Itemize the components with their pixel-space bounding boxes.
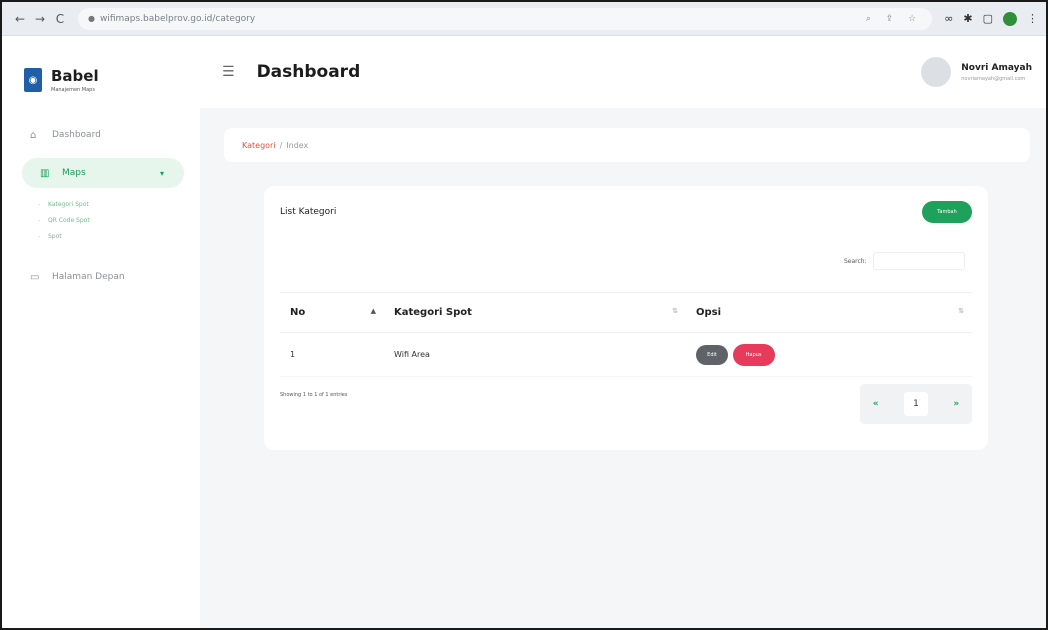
prev-page-button[interactable]: « [873, 399, 879, 409]
submenu-item-label: Spot [48, 232, 62, 240]
home-icon: ⌂ [30, 129, 37, 141]
search-input[interactable] [872, 252, 965, 270]
menu-toggle-icon[interactable]: ☰ [222, 64, 235, 80]
user-name: Novri Amayah [961, 62, 1032, 73]
more-icon[interactable]: ⋮ [1027, 12, 1038, 25]
extension-icon[interactable]: ∞ [944, 12, 953, 25]
breadcrumb-current: Index [286, 140, 309, 150]
sort-icon: ⇅ [672, 307, 678, 315]
sidebar-menu: ⌂ Dashboard ▥ Maps ▾ - Kategori Spot - Q… [2, 106, 200, 292]
page-title: Dashboard [256, 62, 361, 82]
card-title: List Kategori [280, 207, 337, 217]
map-icon: ▥ [40, 167, 50, 179]
page-1-button[interactable]: 1 [903, 392, 928, 416]
breadcrumb-separator: / [279, 140, 283, 150]
cell-opsi: Edit Hapus [686, 332, 972, 377]
breadcrumb-link-kategori[interactable]: Kategori [242, 141, 276, 150]
submenu-item-qr-code-spot[interactable]: - QR Code Spot [38, 212, 200, 228]
search-area: Search: [844, 252, 965, 270]
sidebar-item-label: Dashboard [52, 130, 101, 140]
top-header: ☰ Dashboard Novri Amayah novriamayah@gma… [200, 36, 1046, 108]
search-label: Search: [844, 257, 867, 265]
extension-area: ∞ ✱ ▢ ⋮ [944, 11, 1038, 26]
sidebar-item-label: Halaman Depan [52, 272, 125, 282]
brand-subtitle: Manajemen Maps [51, 87, 95, 93]
address-bar[interactable]: ● wifimaps.babelprov.go.id/category ⌕ ⇪ … [78, 7, 933, 30]
sidebar-item-label: Maps [62, 168, 86, 178]
address-bar-icons[interactable]: ⌕ ⇪ ☆ [866, 14, 922, 24]
edit-button[interactable]: Edit [696, 344, 728, 365]
breadcrumb: Kategori / Index [224, 128, 1030, 162]
submenu-item-label: Kategori Spot [48, 200, 89, 208]
brand-title: Babel [51, 67, 99, 85]
add-button[interactable]: Tambah [922, 201, 972, 223]
profile-icon[interactable] [1003, 11, 1017, 26]
table-header-row: No ▲ Kategori Spot ⇅ Opsi ⇅ [280, 292, 972, 333]
user-menu[interactable]: Novri Amayah novriamayah@gmail.com [921, 57, 1032, 87]
lock-icon: ● [88, 14, 95, 23]
monitor-icon: ▭ [30, 271, 40, 283]
puzzle-icon[interactable]: ✱ [963, 12, 972, 25]
user-email: novriamayah@gmail.com [961, 75, 1026, 82]
column-header-label: No [290, 307, 306, 318]
maps-submenu: - Kategori Spot - QR Code Spot - Spot [2, 188, 200, 248]
column-header-label: Kategori Spot [394, 307, 472, 318]
forward-icon[interactable]: → [30, 9, 50, 29]
avatar[interactable] [921, 57, 952, 87]
window-icon[interactable]: ▢ [983, 12, 993, 25]
submenu-item-label: QR Code Spot [48, 216, 90, 224]
sort-asc-icon: ▲ [370, 307, 376, 315]
sidebar: ◉ Babel Manajemen Maps ⌂ Dashboard ▥ Map… [2, 36, 200, 628]
sort-icon: ⇅ [958, 307, 964, 315]
submenu-item-kategori-spot[interactable]: - Kategori Spot [38, 196, 200, 212]
browser-window: ← → C ● wifimaps.babelprov.go.id/categor… [0, 0, 1048, 630]
chevron-down-icon: ▾ [159, 168, 164, 178]
dash-icon: - [38, 216, 41, 224]
reload-icon[interactable]: C [50, 9, 70, 29]
delete-button[interactable]: Hapus [732, 343, 775, 366]
kategori-table: No ▲ Kategori Spot ⇅ Opsi ⇅ 1 Wifi Area … [280, 292, 972, 377]
cell-no: 1 [280, 332, 384, 377]
cell-kategori: Wifi Area [384, 332, 686, 377]
next-page-button[interactable]: » [953, 399, 959, 409]
entries-info: Showing 1 to 1 of 1 entries [280, 392, 348, 398]
submenu-item-spot[interactable]: - Spot [38, 228, 200, 244]
sidebar-item-halaman-depan[interactable]: ▭ Halaman Depan [2, 262, 200, 292]
sidebar-item-maps[interactable]: ▥ Maps ▾ [22, 158, 184, 188]
dash-icon: - [38, 232, 41, 240]
table-row: 1 Wifi Area Edit Hapus [280, 332, 972, 377]
browser-toolbar: ← → C ● wifimaps.babelprov.go.id/categor… [2, 2, 1046, 36]
dash-icon: - [38, 200, 41, 208]
column-header-opsi[interactable]: Opsi ⇅ [686, 292, 972, 333]
kategori-card: List Kategori Tambah Search: No ▲ Katego… [264, 186, 988, 450]
url-text: wifimaps.babelprov.go.id/category [99, 13, 256, 24]
column-header-label: Opsi [696, 307, 722, 318]
column-header-kategori-spot[interactable]: Kategori Spot ⇅ [384, 292, 686, 333]
logo-icon: ◉ [24, 68, 42, 92]
back-icon[interactable]: ← [10, 9, 30, 29]
brand[interactable]: ◉ Babel Manajemen Maps [2, 36, 200, 106]
pagination: « 1 » [860, 384, 972, 424]
column-header-no[interactable]: No ▲ [280, 292, 384, 333]
sidebar-item-dashboard[interactable]: ⌂ Dashboard [2, 120, 200, 150]
